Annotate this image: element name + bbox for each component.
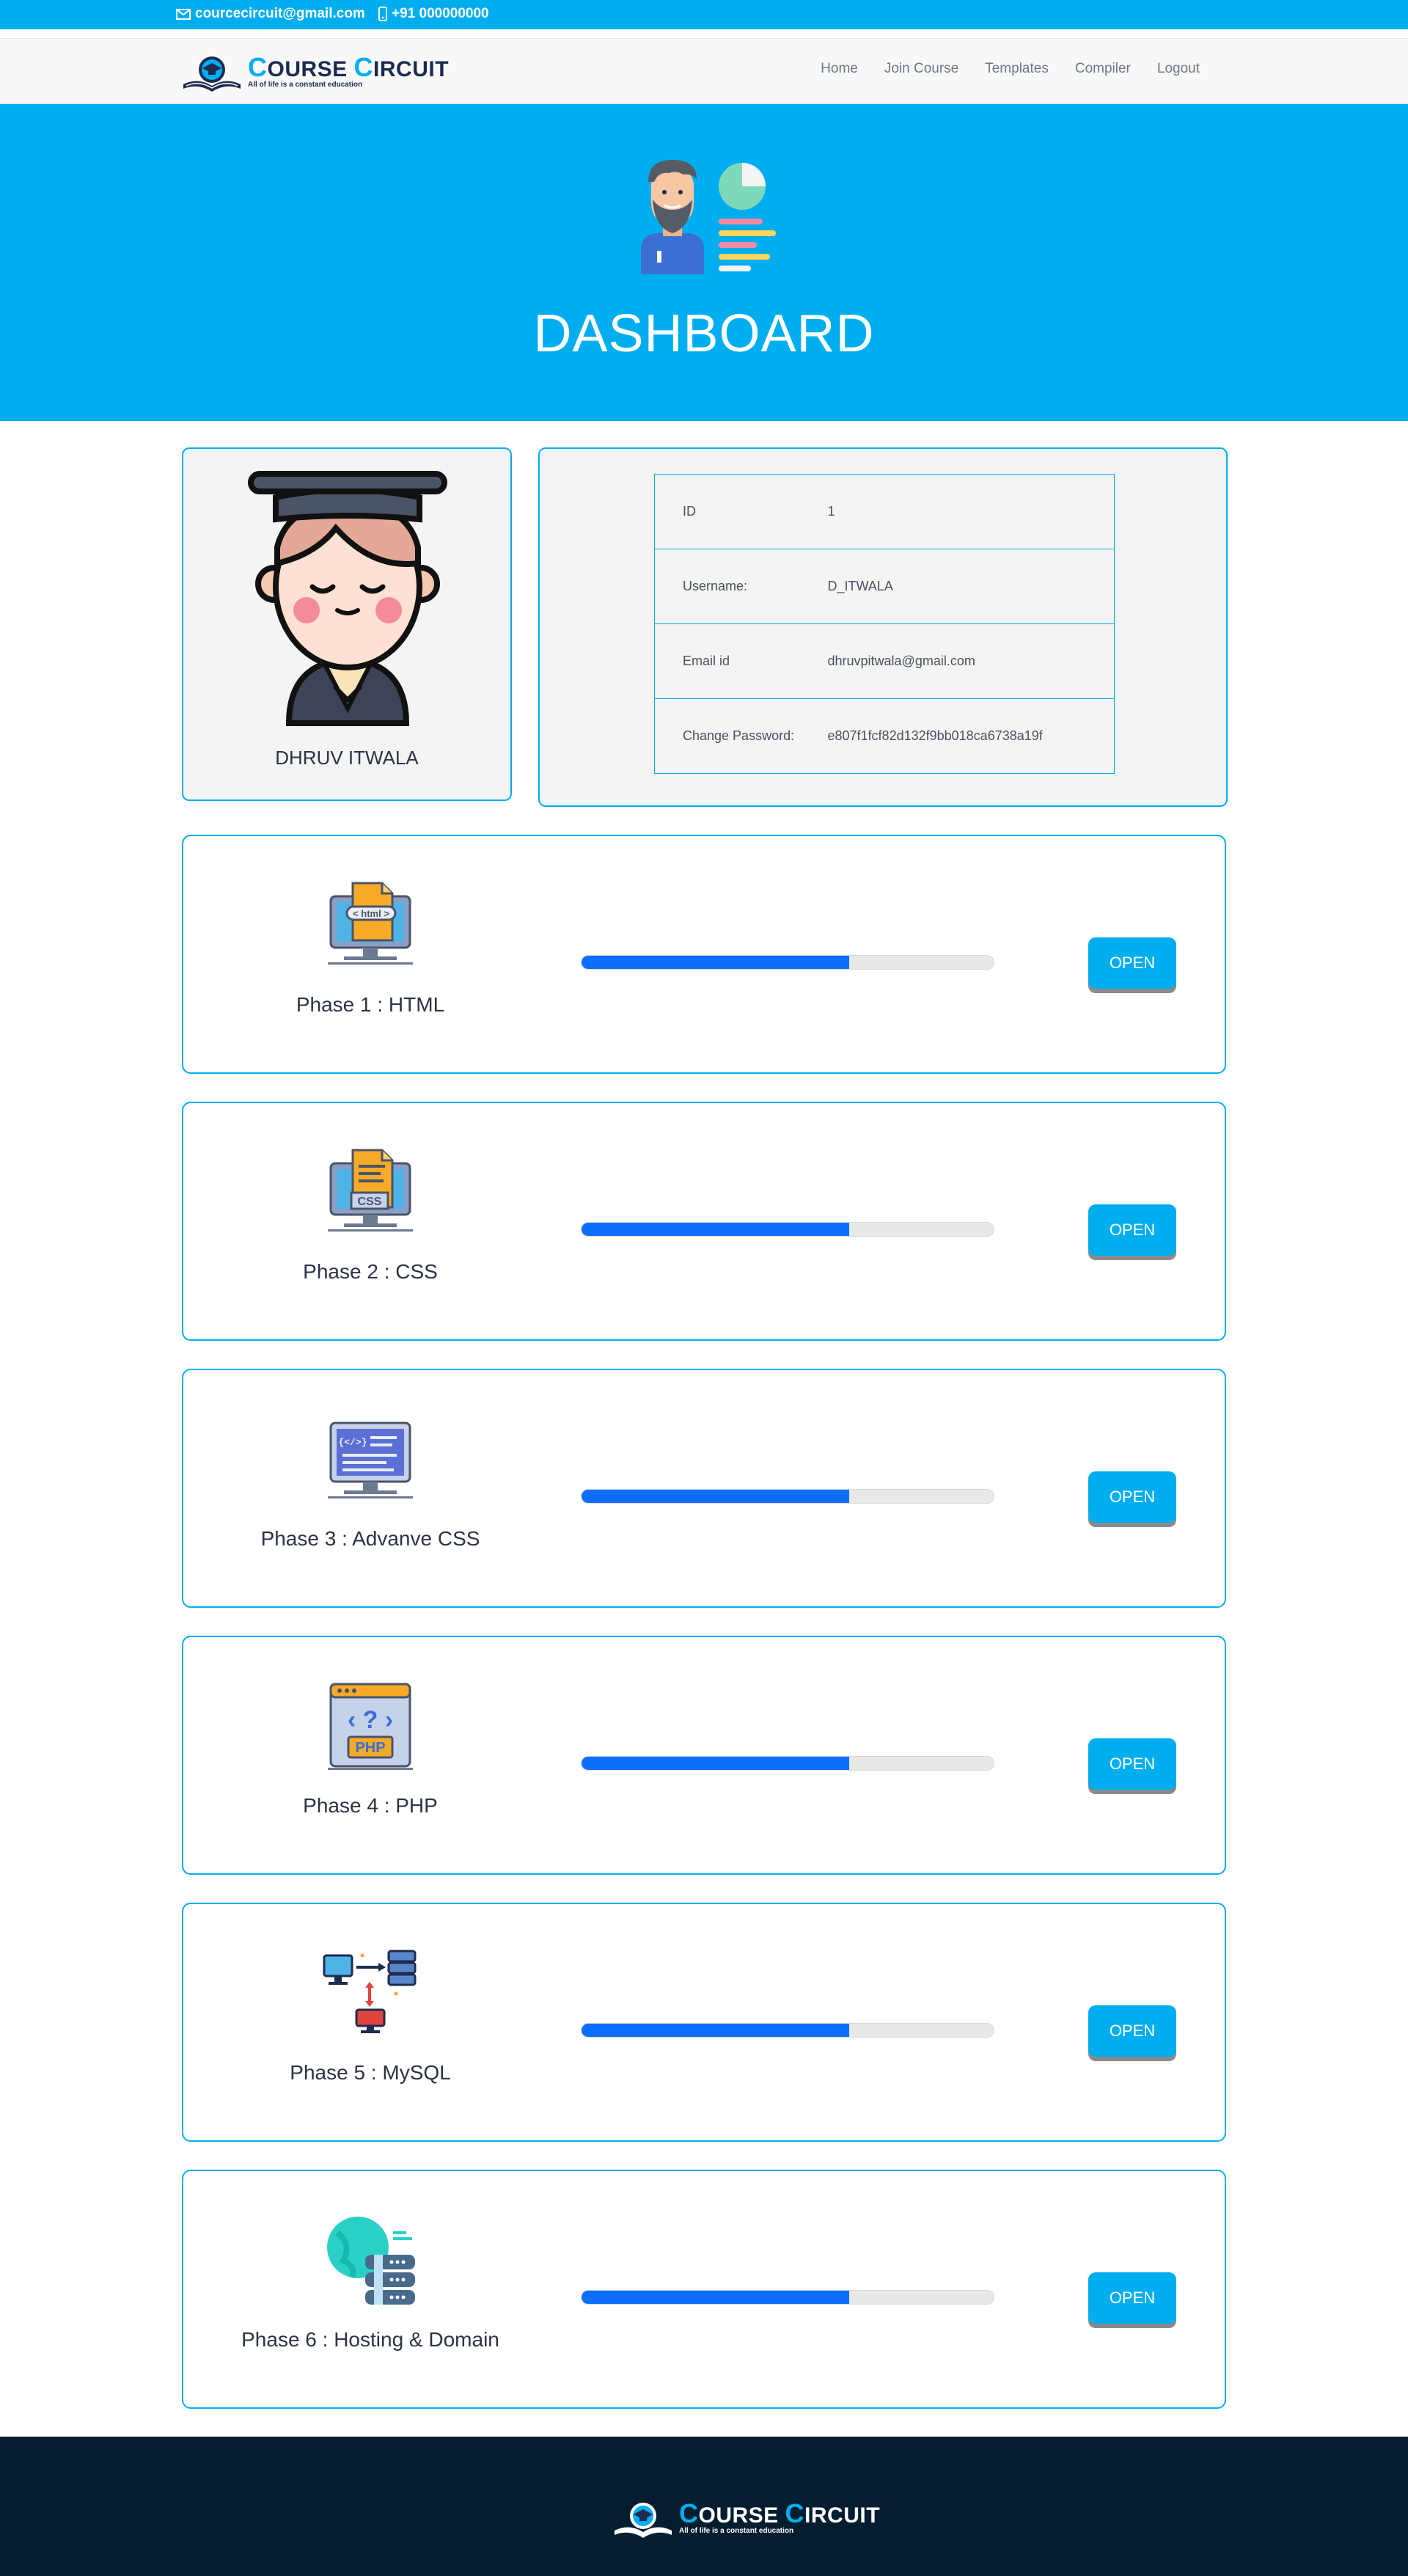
- profile-card: DHRUV ITWALA: [182, 447, 512, 801]
- account-info-table: ID 1 Username: D_ITWALA Email id dhruvpi…: [654, 474, 1115, 774]
- open-phase-button[interactable]: OPEN: [1088, 1471, 1176, 1523]
- progress-bar: [581, 2023, 994, 2038]
- graduate-avatar-icon: [248, 471, 447, 726]
- progress-bar: [581, 1489, 994, 1504]
- mobile-phone-icon: [378, 7, 387, 21]
- open-phase-button[interactable]: OPEN: [1088, 2005, 1176, 2057]
- phase-label: Phase 3 : Advanve CSS: [260, 1527, 480, 1550]
- progress-bar: [581, 955, 994, 970]
- contact-phone-text: +91 000000000: [392, 6, 489, 21]
- info-key: Email id: [654, 623, 825, 699]
- brand-title: COURSE CIRCUIT: [248, 52, 450, 82]
- contact-email-text: courcecircuit@gmail.com: [195, 6, 365, 21]
- progress-bar: [581, 2290, 994, 2305]
- progress-bar: [581, 1756, 994, 1771]
- phase-card-4: ‹ ? › PHP Phase 4 : PHP OPEN: [182, 1636, 1226, 1875]
- contact-bar: courcecircuit@gmail.com +91 000000000: [0, 0, 1408, 29]
- nav-templates[interactable]: Templates: [985, 61, 1049, 77]
- php-window-icon: ‹ ? › PHP: [328, 1683, 413, 1770]
- html-monitor-icon: < html >: [328, 882, 413, 965]
- nav-logout[interactable]: Logout: [1157, 61, 1200, 77]
- footer-brand-title: COURSE CIRCUIT: [679, 2498, 881, 2528]
- open-book-cap-icon: [615, 2503, 672, 2538]
- svg-text:PHP: PHP: [355, 1740, 385, 1756]
- footer-brand-tagline: All of life is a constant education: [679, 2527, 794, 2535]
- progress-fill: [582, 1490, 850, 1503]
- footer: COURSE CIRCUIT All of life is a constant…: [0, 2437, 1408, 2576]
- progress-bar: [581, 1222, 994, 1237]
- open-book-cap-icon: [183, 56, 241, 92]
- analyst-dashboard-icon: [641, 160, 776, 274]
- progress-fill: [582, 2024, 850, 2037]
- change-password-value[interactable]: e807f1fcf82d132f9bb018ca6738a19f: [824, 698, 1115, 774]
- svg-text:< html >: < html >: [353, 908, 389, 919]
- info-key: Change Password:: [654, 698, 825, 774]
- hero-banner: DASHBOARD: [0, 104, 1408, 421]
- footer-logo[interactable]: COURSE CIRCUIT All of life is a constant…: [612, 2498, 880, 2539]
- phase-label: Phase 4 : PHP: [303, 1794, 438, 1817]
- phase-card-1: < html > Phase 1 : HTML OPEN: [182, 835, 1226, 1074]
- brand-logo[interactable]: COURSE CIRCUIT All of life is a constant…: [180, 52, 449, 93]
- table-row: Email id dhruvpitwala@gmail.com: [654, 623, 1115, 699]
- css-monitor-icon: CSS: [328, 1149, 413, 1232]
- open-phase-button[interactable]: OPEN: [1088, 937, 1176, 989]
- info-value: D_ITWALA: [824, 549, 1115, 624]
- envelope-icon: [176, 8, 191, 20]
- table-row: Change Password: e807f1fcf82d132f9bb018c…: [654, 698, 1115, 774]
- phase-label: Phase 2 : CSS: [303, 1260, 438, 1283]
- account-info-card: ID 1 Username: D_ITWALA Email id dhruvpi…: [538, 447, 1228, 807]
- phase-card-6: Phase 6 : Hosting & Domain OPEN: [182, 2170, 1226, 2409]
- phase-card-5: Phase 5 : MySQL OPEN: [182, 1903, 1226, 2142]
- page-title: DASHBOARD: [533, 304, 875, 363]
- profile-name: DHRUV ITWALA: [275, 747, 419, 769]
- globe-server-icon: [327, 2217, 415, 2305]
- navbar: COURSE CIRCUIT All of life is a constant…: [0, 38, 1408, 104]
- info-key: ID: [654, 474, 825, 549]
- nav-compiler[interactable]: Compiler: [1075, 61, 1131, 77]
- contact-email[interactable]: courcecircuit@gmail.com: [176, 6, 365, 22]
- svg-text:{</>}: {</>}: [338, 1437, 367, 1448]
- open-phase-button[interactable]: OPEN: [1088, 1738, 1176, 1790]
- progress-fill: [582, 956, 850, 969]
- phase-card-2: CSS Phase 2 : CSS OPEN: [182, 1102, 1226, 1341]
- phase-label: Phase 6 : Hosting & Domain: [241, 2328, 499, 2351]
- svg-text:‹ ? ›: ‹ ? ›: [348, 1706, 393, 1734]
- open-phase-button[interactable]: OPEN: [1088, 2272, 1176, 2324]
- table-row: Username: D_ITWALA: [654, 549, 1115, 624]
- nav-home[interactable]: Home: [821, 61, 858, 77]
- database-network-icon: [323, 1950, 417, 2033]
- progress-fill: [582, 2291, 850, 2304]
- open-phase-button[interactable]: OPEN: [1088, 1204, 1176, 1256]
- progress-fill: [582, 1223, 850, 1236]
- table-row: ID 1: [654, 474, 1115, 549]
- brand-tagline: All of life is a constant education: [248, 81, 363, 89]
- info-value: dhruvpitwala@gmail.com: [824, 623, 1115, 699]
- phase-label: Phase 5 : MySQL: [290, 2061, 451, 2084]
- svg-text:CSS: CSS: [358, 1196, 382, 1208]
- info-value: 1: [824, 474, 1115, 549]
- phase-label: Phase 1 : HTML: [296, 993, 445, 1016]
- progress-fill: [582, 1757, 850, 1770]
- code-monitor-icon: {</>}: [328, 1421, 413, 1499]
- main-nav: Home Join Course Templates Compiler Logo…: [821, 61, 1200, 77]
- phase-card-3: {</>} Phase 3 : Advanve CSS OPEN: [182, 1369, 1226, 1608]
- info-key: Username:: [654, 549, 825, 624]
- nav-join-course[interactable]: Join Course: [884, 61, 958, 77]
- contact-phone[interactable]: +91 000000000: [378, 6, 489, 22]
